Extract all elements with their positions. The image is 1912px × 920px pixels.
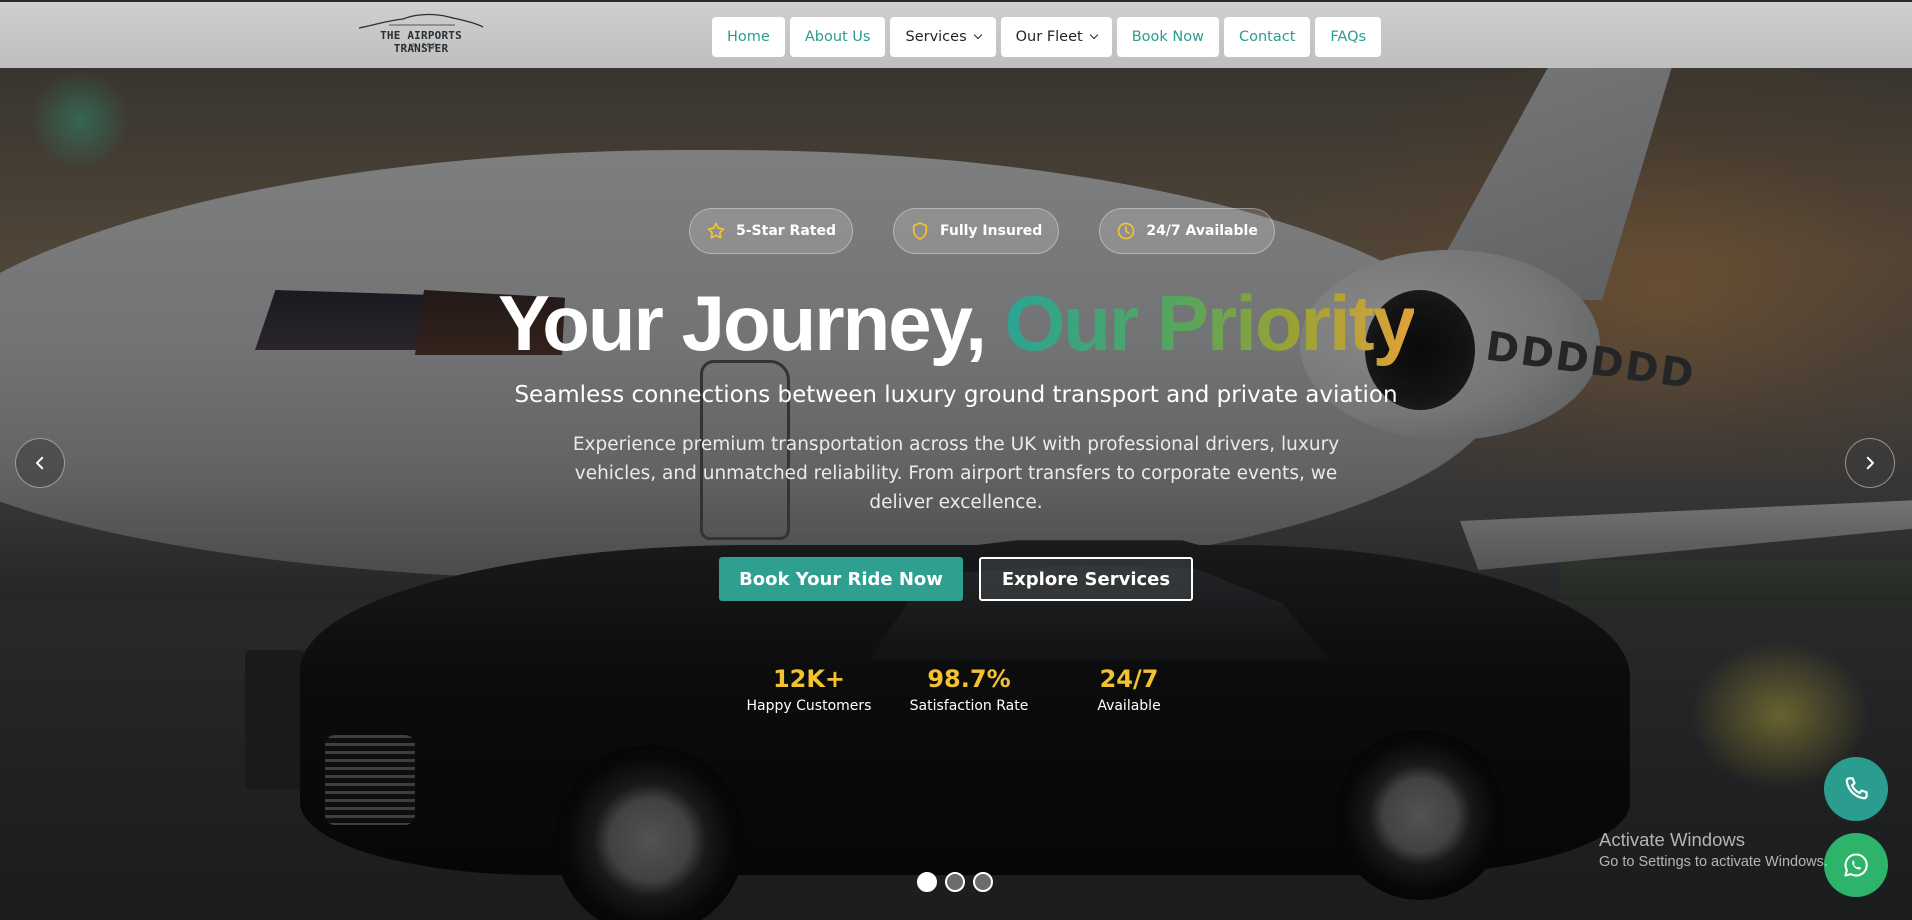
- stat-availability-value: 24/7: [1099, 665, 1159, 693]
- nav-services-dropdown[interactable]: Services: [890, 17, 996, 57]
- stat-availability: 24/7 Available: [1049, 664, 1209, 714]
- nav-home[interactable]: Home: [712, 17, 785, 57]
- nav-faqs[interactable]: FAQs: [1315, 17, 1382, 57]
- chevron-right-icon: [1866, 456, 1874, 470]
- activation-subtitle: Go to Settings to activate Windows.: [1599, 854, 1828, 870]
- carousel-dot-2[interactable]: [945, 872, 965, 892]
- nav-about-us[interactable]: About Us: [789, 17, 886, 57]
- stat-customers-label: Happy Customers: [746, 698, 872, 714]
- shield-icon: [910, 221, 930, 241]
- explore-services-button[interactable]: Explore Services: [979, 557, 1193, 601]
- chevron-down-icon: [973, 30, 982, 40]
- nav-our-fleet-dropdown[interactable]: Our Fleet: [1000, 17, 1112, 57]
- logo-subtitle: LIMITED: [403, 43, 439, 49]
- company-logo[interactable]: THE AIRPORTS TRANSFER LIMITED: [355, 11, 487, 55]
- stat-customers-value: 12K+: [772, 665, 846, 693]
- car-silhouette-icon: [358, 13, 484, 29]
- nav-book-now-label: Book Now: [1131, 29, 1204, 45]
- activation-title: Activate Windows: [1599, 829, 1745, 850]
- stat-satisfaction: 98.7% Satisfaction Rate: [889, 664, 1049, 714]
- carousel-prev-button[interactable]: [15, 438, 65, 488]
- headline-plain: Your Journey,: [498, 279, 1005, 367]
- clock-icon: [1116, 221, 1136, 241]
- nav-book-now[interactable]: Book Now: [1116, 17, 1219, 57]
- whatsapp-button[interactable]: [1824, 833, 1888, 897]
- trust-badges: 5-Star Rated Fully Insured 24/7 Availabl…: [689, 208, 1275, 254]
- whatsapp-icon: [1844, 853, 1868, 877]
- nav-about-us-label: About Us: [804, 29, 871, 45]
- chevron-down-icon: [1089, 30, 1098, 40]
- nav-our-fleet-label: Our Fleet: [1015, 29, 1083, 45]
- site-header: THE AIRPORTS TRANSFER LIMITED Home About…: [0, 0, 1912, 68]
- badge-insured: Fully Insured: [893, 208, 1060, 254]
- book-ride-button[interactable]: Book Your Ride Now: [719, 557, 963, 601]
- windows-activation-notice: Activate Windows Go to Settings to activ…: [1599, 829, 1828, 870]
- stat-satisfaction-label: Satisfaction Rate: [909, 698, 1029, 714]
- chevron-left-icon: [36, 456, 44, 470]
- badge-five-star-label: 5-Star Rated: [736, 223, 836, 239]
- nav-home-label: Home: [727, 29, 770, 45]
- decorative-green-glow: [30, 70, 130, 170]
- hero-subtitle: Seamless connections between luxury grou…: [514, 382, 1398, 408]
- logo-title: THE AIRPORTS TRANSFER: [380, 29, 462, 55]
- headline-highlight: Our Priority: [1004, 279, 1416, 367]
- carousel-dot-1[interactable]: [917, 872, 937, 892]
- hero-stats: 12K+ Happy Customers 98.7% Satisfaction …: [729, 664, 1209, 714]
- call-button[interactable]: [1824, 757, 1888, 821]
- carousel-dot-3[interactable]: [973, 872, 993, 892]
- main-nav: Home About Us Services Our Fleet Book No…: [712, 17, 1382, 57]
- stat-customers: 12K+ Happy Customers: [729, 664, 889, 714]
- carousel-dots: [917, 872, 993, 892]
- phone-icon: [1845, 777, 1868, 800]
- badge-available: 24/7 Available: [1099, 208, 1275, 254]
- nav-faqs-label: FAQs: [1330, 29, 1367, 45]
- stat-satisfaction-value: 98.7%: [927, 665, 1011, 693]
- nav-services-label: Services: [905, 29, 967, 45]
- badge-insured-label: Fully Insured: [940, 223, 1043, 239]
- badge-available-label: 24/7 Available: [1146, 223, 1258, 239]
- carousel-next-button[interactable]: [1845, 438, 1895, 488]
- stat-availability-label: Available: [1097, 698, 1161, 714]
- badge-five-star: 5-Star Rated: [689, 208, 853, 254]
- nav-contact[interactable]: Contact: [1224, 17, 1311, 57]
- nav-contact-label: Contact: [1239, 29, 1296, 45]
- hero-headline: Your Journey, Our Priority: [0, 278, 1912, 369]
- star-icon: [706, 221, 726, 241]
- hero-description: Experience premium transportation across…: [572, 434, 1340, 513]
